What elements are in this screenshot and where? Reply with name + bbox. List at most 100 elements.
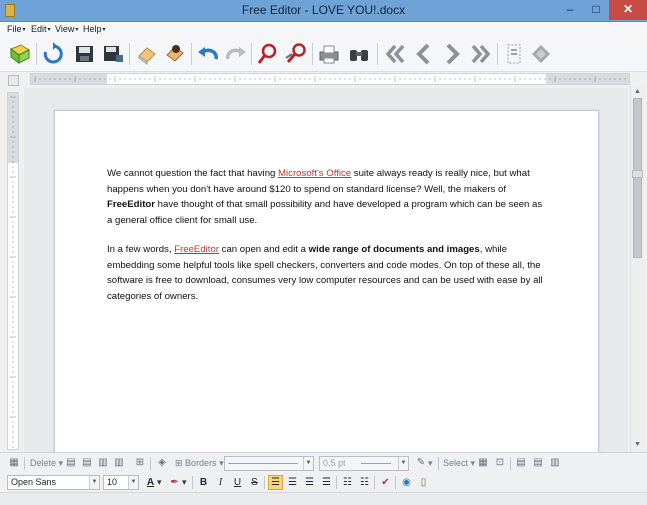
line-width-select[interactable]: 0.5 pt ▼	[319, 456, 409, 471]
chevron-down-icon: ▼	[398, 457, 408, 470]
align-left-button[interactable]: ☰	[268, 475, 283, 490]
print-button[interactable]	[316, 41, 342, 67]
scroll-grip[interactable]	[632, 170, 643, 178]
font-name-select[interactable]: Open Sans ▼	[7, 475, 100, 490]
undo-button[interactable]	[195, 41, 221, 67]
font-color-icon[interactable]: A	[143, 475, 158, 490]
font-color-dropdown[interactable]: ▾	[157, 477, 162, 488]
minimize-button[interactable]: –	[557, 0, 583, 20]
binoculars-button[interactable]	[346, 41, 372, 67]
italic-button[interactable]: I	[213, 475, 228, 490]
diamond-button[interactable]	[528, 41, 554, 67]
page-view-icon	[507, 44, 521, 64]
scroll-up-icon[interactable]: ▲	[631, 86, 644, 98]
justify-icon: ☰	[322, 477, 331, 488]
scroll-thumb[interactable]	[633, 98, 642, 258]
pen-color-icon[interactable]: ✎	[414, 456, 428, 470]
refresh-icon	[43, 42, 63, 64]
vertical-scrollbar[interactable]: ▲ ▼	[630, 86, 644, 452]
merge-cells-icon[interactable]: ⊞	[133, 456, 147, 470]
web-button[interactable]: ◉	[399, 475, 414, 490]
toolbar-separator	[192, 476, 193, 489]
toolbar-separator	[312, 43, 313, 65]
highlight-dropdown[interactable]: ▾	[182, 477, 187, 488]
main-toolbar	[0, 37, 647, 72]
pen-color-dropdown[interactable]: ▾	[428, 458, 433, 469]
vertical-ruler[interactable]	[7, 92, 19, 450]
chevron-down-icon: ▼	[128, 476, 138, 489]
line-style-select[interactable]: ▼	[224, 456, 314, 471]
find-button[interactable]	[255, 41, 281, 67]
paragraph-2-text-mid: can open and edit a	[218, 244, 309, 255]
line-style-preview	[228, 463, 298, 465]
autofit-icon[interactable]: ▤	[514, 456, 528, 470]
refresh-button[interactable]	[40, 41, 66, 67]
paste-special-button[interactable]	[162, 41, 188, 67]
spell-check-button[interactable]: ✔	[378, 475, 393, 490]
device-icon: ▯	[420, 477, 427, 488]
distribute-columns-icon[interactable]: ▥	[548, 456, 562, 470]
microsoft-office-link[interactable]: Microsoft's Office	[278, 168, 351, 179]
menu-file[interactable]: File▾	[7, 24, 26, 34]
paragraph-2[interactable]: In a few words, FreeEditor can open and …	[107, 242, 549, 304]
table-properties-icon[interactable]: ▦	[476, 456, 490, 470]
align-center-button[interactable]: ☰	[285, 475, 300, 490]
last-page-button[interactable]	[467, 41, 493, 67]
bulleted-list-button[interactable]: ☷	[340, 475, 355, 490]
insert-column-right-icon[interactable]: ▥	[112, 456, 126, 470]
highlight-icon[interactable]: ✒	[167, 475, 182, 490]
maximize-button[interactable]: □	[583, 0, 609, 20]
chevron-down-icon: ▼	[89, 476, 99, 489]
delete-dropdown[interactable]: Delete ▾	[30, 458, 63, 469]
undo-icon	[198, 47, 218, 60]
select-dropdown[interactable]: Select ▾	[443, 458, 475, 469]
insert-table-icon[interactable]: ▦	[7, 456, 21, 470]
cell-properties-icon[interactable]: ⊡	[493, 456, 507, 470]
underline-button[interactable]: U	[230, 475, 245, 490]
binoculars-icon	[350, 50, 368, 61]
document-page[interactable]: We cannot question the fact that having …	[54, 110, 599, 452]
next-page-icon	[446, 43, 460, 65]
menu-edit-label: Edit	[31, 24, 47, 34]
justify-button[interactable]: ☰	[319, 475, 334, 490]
status-bar	[0, 492, 647, 505]
save-as-button[interactable]	[100, 41, 126, 67]
horizontal-ruler[interactable]	[30, 73, 630, 85]
align-right-button[interactable]: ☰	[302, 475, 317, 490]
find-replace-button[interactable]	[283, 41, 309, 67]
eraser-button[interactable]	[134, 41, 160, 67]
first-page-icon	[385, 44, 405, 64]
redo-button[interactable]	[223, 41, 249, 67]
insert-column-left-icon[interactable]: ▥	[96, 456, 110, 470]
chevron-down-icon: ▼	[303, 457, 313, 470]
first-page-button[interactable]	[383, 41, 409, 67]
font-size-select[interactable]: 10 ▼	[103, 475, 139, 490]
menu-help[interactable]: Help▾	[83, 24, 106, 34]
shading-icon[interactable]: ◈	[155, 456, 169, 470]
close-button[interactable]: ✕	[609, 0, 647, 20]
insert-row-below-icon[interactable]: ▤	[80, 456, 94, 470]
save-as-icon	[104, 46, 123, 62]
document-area[interactable]: We cannot question the fact that having …	[24, 88, 628, 452]
bold-button[interactable]: B	[196, 475, 211, 490]
insert-row-above-icon[interactable]: ▤	[64, 456, 78, 470]
save-button[interactable]	[72, 41, 98, 67]
borders-dropdown[interactable]: ⊞ Borders ▾	[175, 458, 224, 469]
new-document-button[interactable]	[7, 41, 33, 67]
toolbar-separator	[150, 457, 151, 470]
paragraph-1[interactable]: We cannot question the fact that having …	[107, 166, 549, 228]
distribute-rows-icon[interactable]: ▤	[531, 456, 545, 470]
previous-page-button[interactable]	[411, 41, 437, 67]
previous-page-icon	[416, 43, 430, 65]
freeeditor-link[interactable]: FreeEditor	[174, 244, 219, 255]
menu-edit[interactable]: Edit▾	[31, 24, 51, 34]
page-view-button[interactable]	[501, 41, 527, 67]
strikethrough-button[interactable]: S	[247, 475, 262, 490]
menu-view[interactable]: View▾	[55, 24, 78, 34]
device-button[interactable]: ▯	[416, 475, 431, 490]
new-document-icon	[9, 44, 31, 64]
ruler-corner[interactable]	[8, 75, 19, 86]
next-page-button[interactable]	[439, 41, 465, 67]
numbered-list-button[interactable]: ☷	[357, 475, 372, 490]
scroll-down-icon[interactable]: ▼	[631, 439, 644, 451]
